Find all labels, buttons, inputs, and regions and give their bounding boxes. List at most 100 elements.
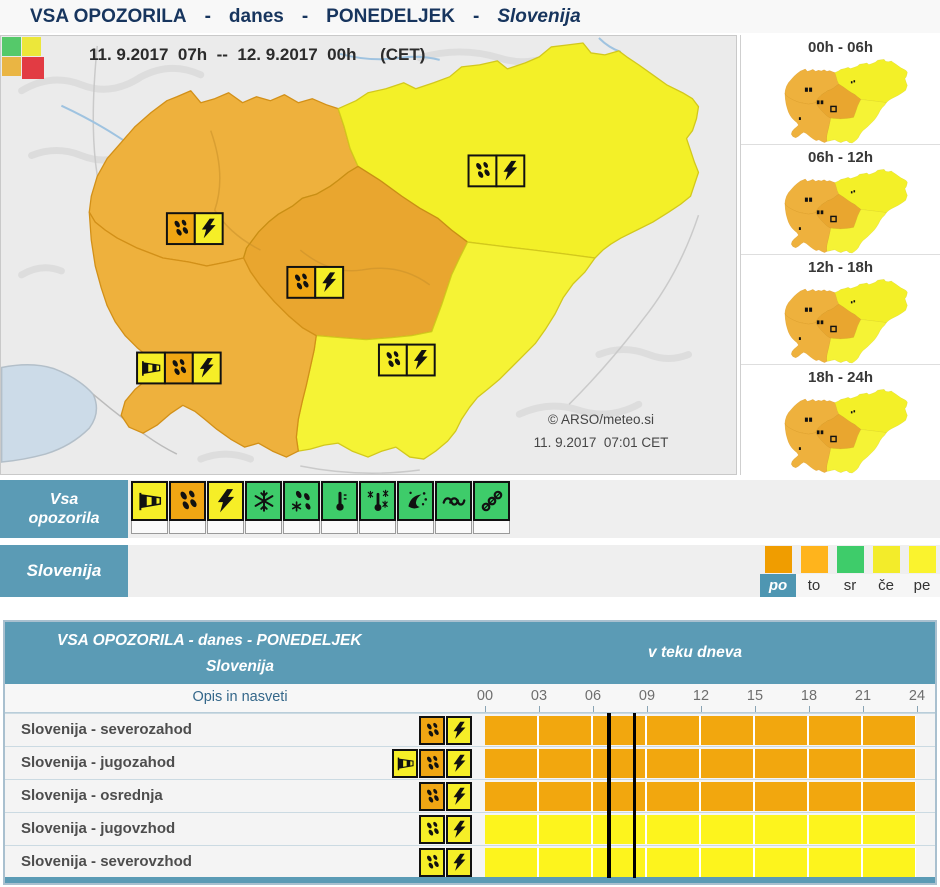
filter-snow-button[interactable] xyxy=(245,481,282,534)
fog-icon xyxy=(473,481,510,521)
title-warning-type: VSA OPOZORILA xyxy=(30,6,187,28)
filter-icon-list xyxy=(131,481,510,534)
filter-button-strip xyxy=(207,521,244,534)
table-row: Slovenija - severozahod xyxy=(5,713,935,746)
rain-icon xyxy=(419,716,445,745)
time-marker-line xyxy=(607,713,611,878)
filter-cold-button[interactable] xyxy=(359,481,396,534)
storm-icon xyxy=(446,716,472,745)
heat-icon xyxy=(321,481,358,521)
period-section-0[interactable]: 00h - 06h xyxy=(741,35,940,145)
region-row-label[interactable]: Slovenija - severozahod xyxy=(21,714,192,747)
period-label: 18h - 24h xyxy=(741,368,940,388)
warning-timeline-bar xyxy=(485,815,916,844)
map-osrednja-rain-warning-icon[interactable] xyxy=(287,267,315,298)
page-title: VSA OPOZORILA - danes - PONEDELJEK - Slo… xyxy=(0,0,940,33)
filter-snowdrift-button[interactable] xyxy=(397,481,434,534)
table-subtitle: Slovenija xyxy=(5,658,475,676)
title-day-word: danes xyxy=(229,6,284,28)
table-header: VSA OPOZORILA - danes - PONEDELJEK Slove… xyxy=(5,622,935,684)
filter-storm-button[interactable] xyxy=(207,481,244,534)
day-tab-če[interactable]: če xyxy=(868,545,904,597)
row-warning-icons xyxy=(418,782,472,811)
day-tabs: potosrčepe xyxy=(760,545,940,597)
hour-label: 06 xyxy=(580,688,606,704)
map-severozahod-rain-warning-icon[interactable] xyxy=(167,213,195,244)
day-warning-level-square xyxy=(837,546,864,573)
period-section-2[interactable]: 12h - 18h xyxy=(741,255,940,365)
title-day-name: PONEDELJEK xyxy=(326,6,455,28)
table-row: Slovenija - jugozahod xyxy=(5,746,935,779)
table-subheader: Opis in nasveti 000306091215182124 xyxy=(5,684,935,713)
filter-button-strip xyxy=(283,521,320,534)
waves-icon xyxy=(435,481,472,521)
region-row-label[interactable]: Slovenija - osrednja xyxy=(21,780,163,813)
period-mini-map[interactable] xyxy=(765,388,917,476)
map-jugozahod-wind-warning-icon[interactable] xyxy=(137,353,165,384)
hour-tick xyxy=(701,706,702,712)
period-label: 12h - 18h xyxy=(741,258,940,278)
map-severovzhod-rain-warning-icon[interactable] xyxy=(469,155,497,186)
day-warning-level-square xyxy=(909,546,936,573)
legend-yellow-square xyxy=(22,37,41,56)
rain-icon xyxy=(419,815,445,844)
row-warning-icons xyxy=(418,848,472,877)
validity-period: 11. 9.2017 07h -- 12. 9.2017 00h (CET) xyxy=(89,45,425,65)
period-mini-map[interactable] xyxy=(765,168,917,256)
hour-tick xyxy=(863,706,864,712)
region-row-label[interactable]: Slovenija - jugovzhod xyxy=(21,813,175,846)
day-tab-sr[interactable]: sr xyxy=(832,545,868,597)
map-jugovzhod-rain-warning-icon[interactable] xyxy=(379,345,407,376)
day-warning-level-square xyxy=(765,546,792,573)
storm-icon xyxy=(446,782,472,811)
warnings-table: VSA OPOZORILA - danes - PONEDELJEK Slove… xyxy=(3,620,937,885)
filter-rain-button[interactable] xyxy=(169,481,206,534)
filter-fog-button[interactable] xyxy=(473,481,510,534)
map-jugozahod-rain-warning-icon[interactable] xyxy=(165,353,193,384)
snowdrift-icon xyxy=(397,481,434,521)
region-strip: Slovenija potosrčepe xyxy=(0,545,940,597)
day-warning-level-square xyxy=(873,546,900,573)
sleet-icon xyxy=(283,481,320,521)
period-section-1[interactable]: 06h - 12h xyxy=(741,145,940,255)
row-warning-icons xyxy=(418,815,472,844)
day-tab-label: po xyxy=(760,574,796,597)
warning-map: 11. 9.2017 07h -- 12. 9.2017 00h (CET) ©… xyxy=(0,35,737,475)
hour-tick xyxy=(539,706,540,712)
filter-waves-button[interactable] xyxy=(435,481,472,534)
table-rows: Slovenija - severozahodSlovenija - jugoz… xyxy=(5,713,935,878)
table-right-title: v teku dneva xyxy=(475,644,915,662)
time-marker-line xyxy=(633,713,637,878)
filter-heat-button[interactable] xyxy=(321,481,358,534)
wind-icon xyxy=(392,749,418,778)
filter-button-strip xyxy=(169,521,206,534)
day-tab-label: to xyxy=(796,574,832,597)
filter-wind-button[interactable] xyxy=(131,481,168,534)
table-row: Slovenija - severovzhod xyxy=(5,845,935,878)
row-warning-icons xyxy=(391,749,472,778)
legend-red-square xyxy=(22,57,44,79)
hour-label: 21 xyxy=(850,688,876,704)
period-mini-map[interactable] xyxy=(765,58,917,146)
filter-sleet-button[interactable] xyxy=(283,481,320,534)
period-mini-map[interactable] xyxy=(765,278,917,366)
region-label: Slovenija xyxy=(0,545,128,597)
day-tab-po[interactable]: po xyxy=(760,545,796,597)
day-tab-pe[interactable]: pe xyxy=(904,545,940,597)
filters-label: Vsa opozorila xyxy=(0,480,128,538)
title-separator: - xyxy=(473,6,479,28)
rain-icon xyxy=(419,782,445,811)
day-tab-to[interactable]: to xyxy=(796,545,832,597)
rain-icon xyxy=(419,848,445,877)
period-label: 00h - 06h xyxy=(741,38,940,58)
hour-label: 09 xyxy=(634,688,660,704)
region-row-label[interactable]: Slovenija - jugozahod xyxy=(21,747,175,780)
filter-button-strip xyxy=(245,521,282,534)
day-tab-label: sr xyxy=(832,574,868,597)
period-section-3[interactable]: 18h - 24h xyxy=(741,365,940,475)
storm-icon xyxy=(207,481,244,521)
region-row-label[interactable]: Slovenija - severovzhod xyxy=(21,846,192,879)
storm-icon xyxy=(446,815,472,844)
warning-filter-strip: Vsa opozorila xyxy=(0,480,940,538)
hour-tick xyxy=(647,706,648,712)
